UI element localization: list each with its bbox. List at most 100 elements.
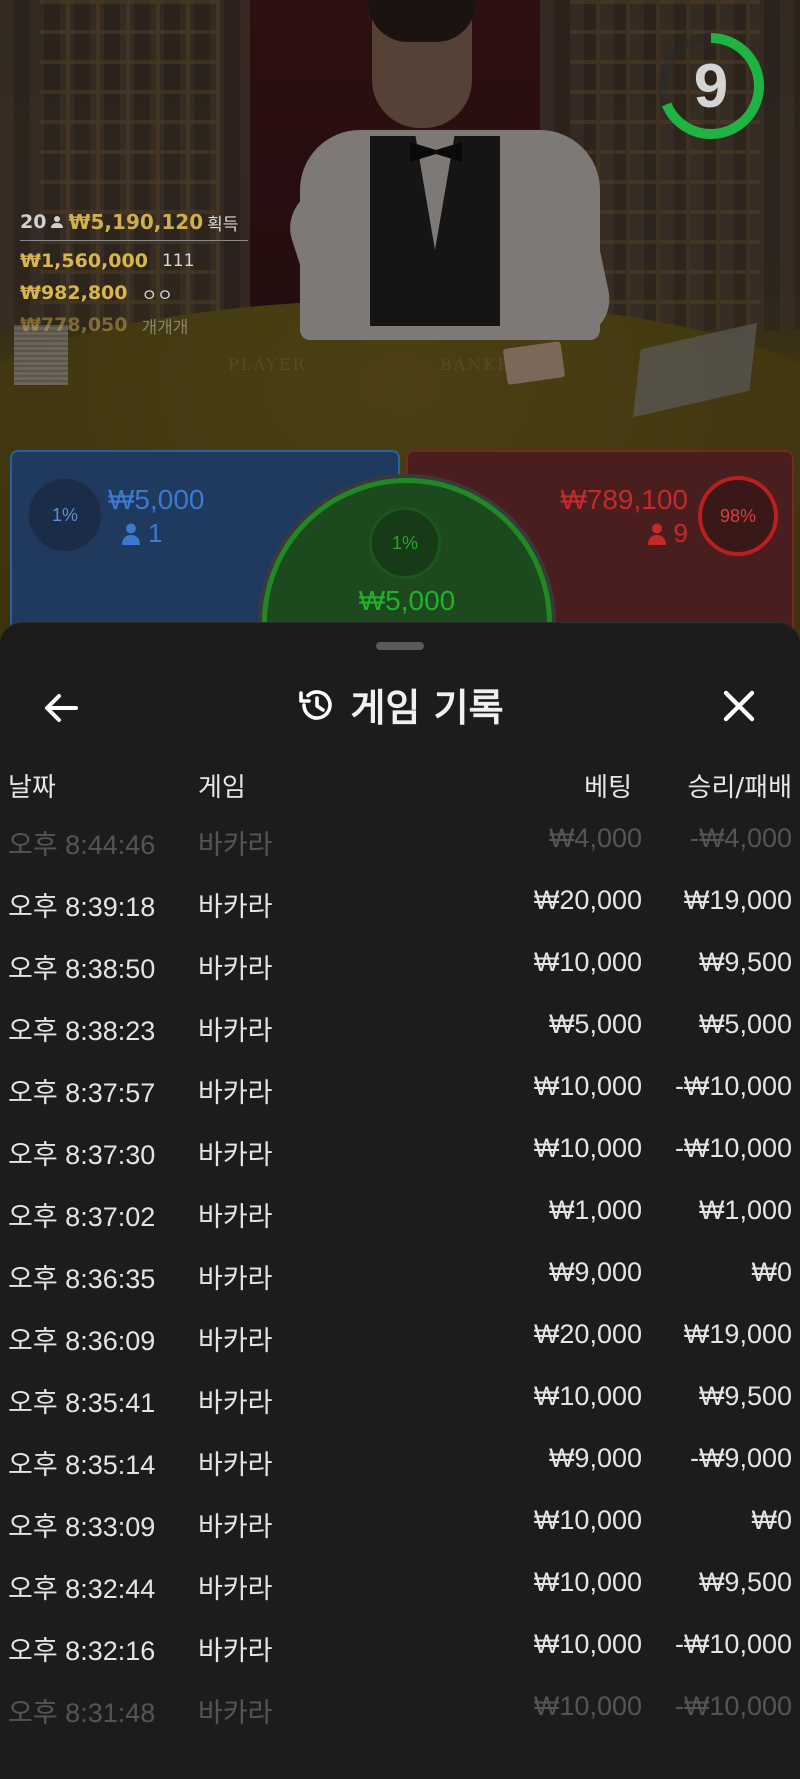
banker-percent: 98% — [698, 476, 778, 556]
table-row[interactable]: 오후 8:36:35 바카라 ₩9,000 ₩0 — [0, 1243, 800, 1305]
user-icon — [122, 523, 140, 545]
row-game: 바카라 — [198, 1636, 273, 1666]
column-header-date[interactable]: 날짜 — [8, 767, 56, 804]
row-result: -₩10,000 — [674, 1133, 792, 1163]
winner-name: 개개개 — [141, 317, 189, 338]
table-row[interactable]: 오후 8:36:09 바카라 ₩20,000 ₩19,000 — [0, 1305, 800, 1367]
row-game: 바카라 — [198, 892, 273, 922]
history-table-header: 날짜 게임 베팅 승리/패배 — [0, 759, 800, 809]
banker-bet-amount: ₩789,100 — [560, 484, 688, 515]
winner-name: ㅇㅇ — [141, 285, 173, 306]
row-bet: ₩10,000 — [533, 1567, 642, 1597]
row-time: 오후 8:39:18 — [8, 892, 156, 922]
winner-amount: ₩1,560,000 — [20, 250, 148, 272]
winners-panel: 20 ₩5,190,120 획득 ₩1,560,000 111 ₩982,800… — [20, 206, 248, 341]
row-game: 바카라 — [198, 1264, 273, 1294]
table-row[interactable]: 오후 8:44:46 바카라 ₩4,000 -₩4,000 — [0, 809, 800, 871]
row-game: 바카라 — [198, 1078, 273, 1108]
row-result: ₩19,000 — [683, 885, 792, 915]
row-bet: ₩10,000 — [533, 1381, 642, 1411]
row-time: 오후 8:36:35 — [8, 1264, 156, 1294]
row-bet: ₩10,000 — [533, 1629, 642, 1659]
table-row[interactable]: 오후 8:32:44 바카라 ₩10,000 ₩9,500 — [0, 1553, 800, 1615]
close-icon — [723, 690, 755, 722]
player-percent: 1% — [26, 476, 104, 554]
winner-amount: ₩778,050 — [20, 314, 128, 336]
column-header-bet[interactable]: 베팅 — [584, 767, 632, 804]
row-result: ₩9,500 — [698, 1381, 792, 1411]
user-icon — [51, 216, 64, 228]
close-button[interactable] — [716, 683, 762, 729]
row-time: 오후 8:32:16 — [8, 1636, 156, 1666]
table-row[interactable]: 오후 8:37:30 바카라 ₩10,000 -₩10,000 — [0, 1119, 800, 1181]
row-game: 바카라 — [198, 1574, 273, 1604]
row-time: 오후 8:36:09 — [8, 1326, 156, 1356]
row-result: ₩19,000 — [683, 1319, 792, 1349]
timer-value: 9 — [693, 51, 729, 121]
row-time: 오후 8:37:57 — [8, 1078, 156, 1108]
table-row[interactable]: 오후 8:38:23 바카라 ₩5,000 ₩5,000 — [0, 995, 800, 1057]
live-video: PLAYER BANKER 20 ₩5,190,120 획득 ₩1,560,00… — [0, 0, 800, 640]
row-game: 바카라 — [198, 1388, 273, 1418]
row-result: -₩10,000 — [674, 1071, 792, 1101]
row-result: -₩10,000 — [674, 1629, 792, 1659]
row-game: 바카라 — [198, 1140, 273, 1170]
table-row[interactable]: 오후 8:37:02 바카라 ₩1,000 ₩1,000 — [0, 1181, 800, 1243]
column-header-game[interactable]: 게임 — [198, 767, 246, 804]
table-row[interactable]: 오후 8:39:18 바카라 ₩20,000 ₩19,000 — [0, 871, 800, 933]
row-time: 오후 8:44:46 — [8, 830, 156, 860]
history-table-body: 오후 8:44:46 바카라 ₩4,000 -₩4,000 오후 8:39:18 바카라 ₩… — [0, 809, 800, 1739]
row-time: 오후 8:32:44 — [8, 1574, 156, 1604]
sheet-title: 게임 기록 — [0, 677, 800, 732]
row-time: 오후 8:37:02 — [8, 1202, 156, 1232]
row-game: 바카라 — [198, 1202, 273, 1232]
table-row[interactable]: 오후 8:31:48 바카라 ₩10,000 -₩10,000 — [0, 1677, 800, 1739]
game-history-sheet: 게임 기록 날짜 게임 베팅 승리/패배 오후 8:44:46 바카라 ₩4,000… — [0, 622, 800, 1779]
winners-summary: 20 ₩5,190,120 획득 — [20, 206, 248, 238]
player-bet-amount: ₩5,000 — [108, 484, 205, 515]
row-time: 오후 8:31:48 — [8, 1698, 156, 1728]
table-row[interactable]: 오후 8:35:41 바카라 ₩10,000 ₩9,500 — [0, 1367, 800, 1429]
row-result: ₩0 — [751, 1257, 793, 1287]
row-bet: ₩10,000 — [533, 947, 642, 977]
row-game: 바카라 — [198, 1698, 273, 1728]
countdown-timer: 9 — [655, 30, 767, 142]
row-result: -₩10,000 — [674, 1691, 792, 1721]
history-icon — [299, 689, 333, 720]
sheet-header: 게임 기록 — [0, 667, 800, 747]
divider — [20, 240, 248, 241]
row-result: ₩9,500 — [698, 947, 792, 977]
row-result: ₩0 — [751, 1505, 793, 1535]
row-bet: ₩5,000 — [548, 1009, 642, 1039]
row-game: 바카라 — [198, 1450, 273, 1480]
row-game: 바카라 — [198, 1016, 273, 1046]
row-bet: ₩20,000 — [533, 1319, 642, 1349]
row-time: 오후 8:35:41 — [8, 1388, 156, 1418]
table-row[interactable]: 오후 8:33:09 바카라 ₩10,000 ₩0 — [0, 1491, 800, 1553]
tie-percent: 1% — [369, 507, 441, 579]
sheet-drag-handle[interactable] — [376, 642, 424, 650]
row-time: 오후 8:38:50 — [8, 954, 156, 984]
row-time: 오후 8:33:09 — [8, 1512, 156, 1542]
column-header-win-loss[interactable]: 승리/패배 — [688, 767, 792, 804]
row-bet: ₩10,000 — [533, 1691, 642, 1721]
row-time: 오후 8:37:30 — [8, 1140, 156, 1170]
table-row[interactable]: 오후 8:38:50 바카라 ₩10,000 ₩9,500 — [0, 933, 800, 995]
table-row[interactable]: 오후 8:37:57 바카라 ₩10,000 -₩10,000 — [0, 1057, 800, 1119]
row-bet: ₩20,000 — [533, 885, 642, 915]
table-row[interactable]: 오후 8:32:16 바카라 ₩10,000 -₩10,000 — [0, 1615, 800, 1677]
total-won: ₩5,190,120 — [68, 210, 204, 234]
row-bet: ₩9,000 — [548, 1443, 642, 1473]
row-bet: ₩9,000 — [548, 1257, 642, 1287]
table-row[interactable]: 오후 8:35:14 바카라 ₩9,000 -₩9,000 — [0, 1429, 800, 1491]
player-bettor-count: 1 — [148, 518, 163, 548]
winner-name: 111 — [161, 251, 195, 271]
row-result: -₩4,000 — [689, 823, 792, 853]
row-time: 오후 8:35:14 — [8, 1450, 156, 1480]
row-result: ₩9,500 — [698, 1567, 792, 1597]
row-bet: ₩10,000 — [533, 1071, 642, 1101]
banker-bettors: 9 — [647, 518, 688, 549]
winner-row: ₩1,560,000 111 — [20, 245, 248, 277]
row-result: ₩5,000 — [698, 1009, 792, 1039]
row-game: 바카라 — [198, 1512, 273, 1542]
